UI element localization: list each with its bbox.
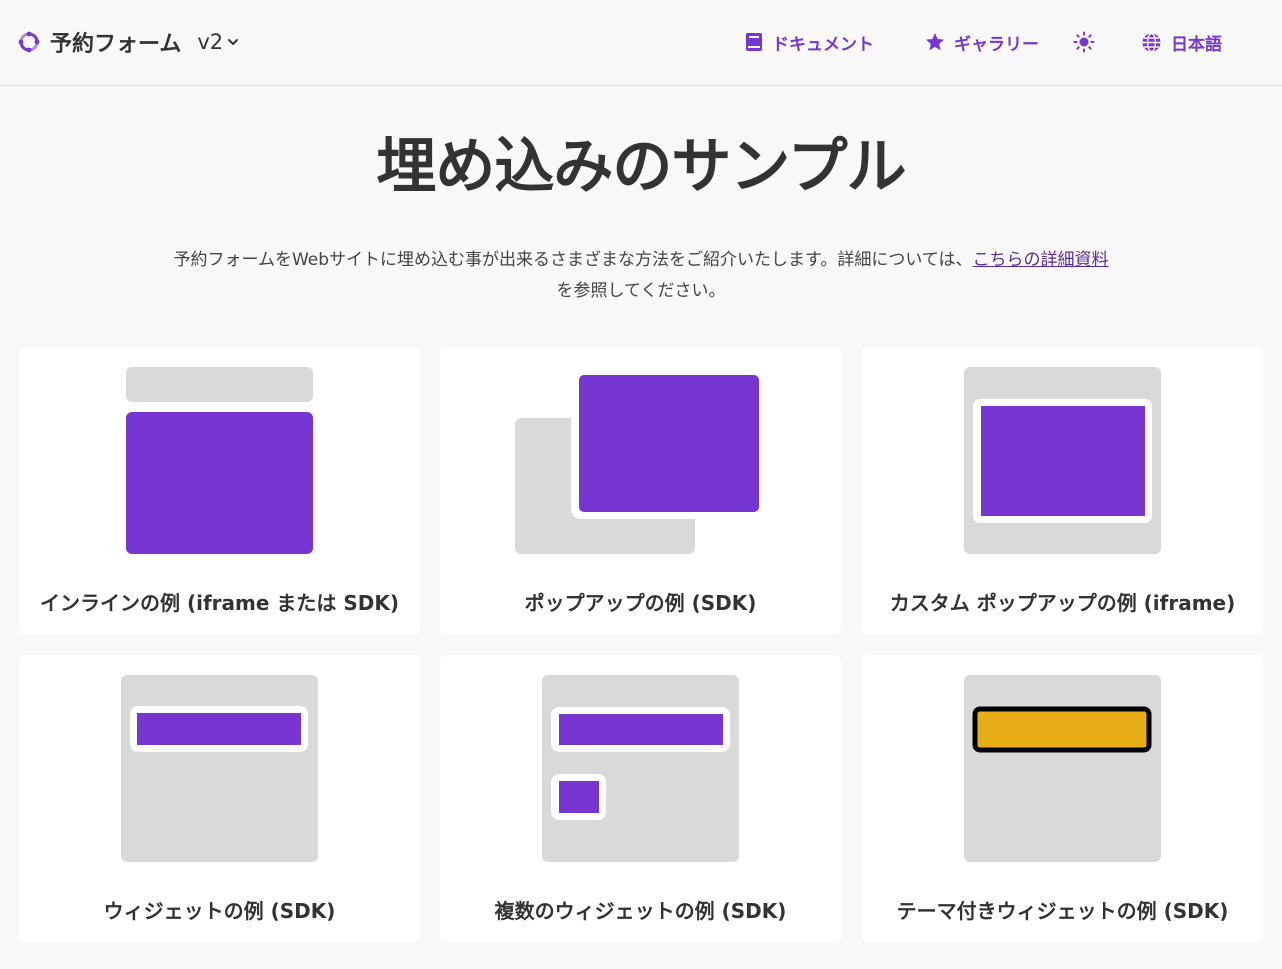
card-custom-popup-example[interactable]: カスタム ポップアップの例 (iframe): [862, 347, 1263, 634]
top-bar: 予約フォーム v2 ドキュメント ギャラリー 日本語: [0, 0, 1282, 86]
nav-docs-link[interactable]: ドキュメント: [745, 26, 874, 58]
popup-illustration: [515, 367, 766, 554]
card-multiple-widgets-example[interactable]: 複数のウィジェットの例 (SDK): [440, 655, 841, 942]
nav-docs-label: ドキュメント: [772, 34, 874, 55]
language-label: 日本語: [1171, 34, 1222, 55]
card-widget-example[interactable]: ウィジェットの例 (SDK): [19, 655, 420, 942]
brand[interactable]: 予約フォーム v2: [18, 26, 239, 58]
description-text: 予約フォームをWebサイトに埋め込む事が出来るさまざまな方法をご紹介いたします。…: [173, 250, 973, 270]
nav-gallery-link[interactable]: ギャラリー: [925, 26, 1039, 58]
card-label: テーマ付きウィジェットの例 (SDK): [896, 899, 1229, 923]
sun-icon: [1073, 31, 1095, 53]
widget-illustration: [121, 675, 318, 862]
card-themed-widget-example[interactable]: テーマ付きウィジェットの例 (SDK): [862, 655, 1263, 942]
page-description: 予約フォームをWebサイトに埋め込む事が出来るさまざまな方法をご紹介いたします。…: [160, 245, 1122, 307]
book-icon: [746, 33, 762, 51]
nav-gallery-label: ギャラリー: [954, 34, 1039, 55]
card-inline-example[interactable]: インラインの例 (iframe または SDK): [19, 347, 420, 634]
card-label: ウィジェットの例 (SDK): [103, 899, 336, 923]
globe-icon: [1142, 32, 1161, 52]
brand-name: 予約フォーム: [50, 32, 182, 57]
description-text-end: を参照してください。: [556, 281, 726, 301]
version-label: v2: [197, 30, 224, 54]
page-title: 埋め込みのサンプル: [376, 132, 906, 202]
multiple-widgets-illustration: [542, 675, 739, 862]
custom-popup-illustration: [964, 367, 1161, 554]
star-icon: [926, 33, 944, 51]
version-selector[interactable]: v2: [197, 30, 239, 54]
card-label: カスタム ポップアップの例 (iframe): [889, 591, 1236, 615]
brand-logo-icon: [18, 31, 40, 53]
language-selector[interactable]: 日本語: [1141, 26, 1222, 58]
card-label: インラインの例 (iframe または SDK): [40, 591, 399, 615]
theme-toggle-button[interactable]: [1073, 26, 1104, 58]
inline-embed-illustration: [126, 367, 313, 554]
chevron-down-icon: [228, 39, 239, 45]
card-label: ポップアップの例 (SDK): [524, 591, 757, 615]
card-popup-example[interactable]: ポップアップの例 (SDK): [440, 347, 841, 634]
card-label: 複数のウィジェットの例 (SDK): [494, 899, 787, 923]
themed-widget-illustration: [964, 675, 1161, 862]
details-link[interactable]: こちらの詳細資料: [973, 250, 1109, 270]
